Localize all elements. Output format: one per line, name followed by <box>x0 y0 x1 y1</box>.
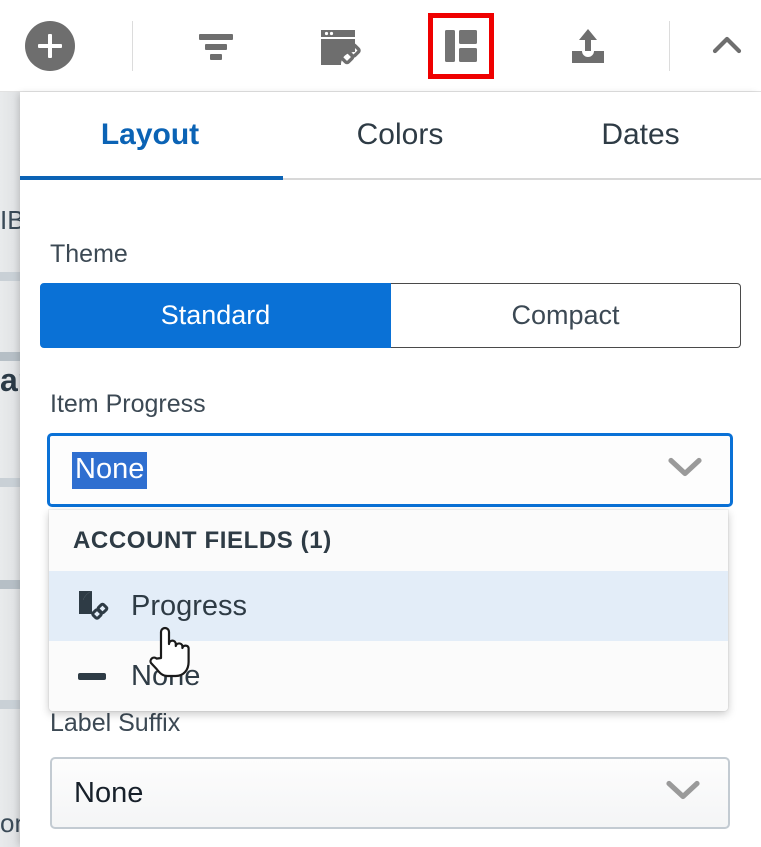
chevron-up-icon <box>707 26 747 66</box>
chevron-down-icon[interactable] <box>668 457 702 484</box>
dropdown-option-label: Progress <box>131 590 247 623</box>
filter-button[interactable] <box>183 13 249 79</box>
item-progress-label: Item Progress <box>50 390 206 419</box>
theme-toggle-group[interactable]: Standard Compact <box>40 283 741 348</box>
toolbar-divider <box>669 21 670 71</box>
chevron-down-icon[interactable] <box>666 780 700 807</box>
toolbar-divider <box>132 21 133 71</box>
tab-layout[interactable]: Layout <box>20 92 280 178</box>
background-text-fragment: ar <box>0 362 20 399</box>
dropdown-option-label: None <box>131 660 200 693</box>
layout-button[interactable] <box>428 13 494 79</box>
rollup-link-field-icon <box>73 585 119 627</box>
dropdown-option-progress[interactable]: Progress <box>49 571 728 641</box>
dropdown-option-none[interactable]: None <box>49 641 728 711</box>
export-button[interactable] <box>555 13 621 79</box>
tab-dates[interactable]: Dates <box>520 92 761 178</box>
layout-panel-icon <box>442 27 480 65</box>
theme-option-compact[interactable]: Compact <box>391 283 741 348</box>
panel-tabs: Layout Colors Dates <box>20 92 761 180</box>
active-tab-indicator <box>20 176 283 180</box>
background-row-divider <box>0 580 20 589</box>
tab-colors[interactable]: Colors <box>280 92 520 178</box>
item-progress-dropdown: ACCOUNT FIELDS (1) Progress None <box>49 510 728 711</box>
upload-icon <box>566 24 610 68</box>
collapse-button[interactable] <box>694 13 760 79</box>
background-text-fragment: IB <box>0 205 20 236</box>
theme-label: Theme <box>50 240 128 269</box>
add-item-button[interactable] <box>24 0 76 91</box>
background-left-strip <box>0 86 20 847</box>
background-row-divider <box>0 700 20 709</box>
filter-icon <box>195 25 237 67</box>
dropdown-group-header: ACCOUNT FIELDS (1) <box>49 510 728 571</box>
theme-option-standard[interactable]: Standard <box>40 283 391 348</box>
background-text-fragment: on <box>0 808 20 839</box>
layout-settings-panel: Layout Colors Dates Theme Standard Compa… <box>20 92 761 847</box>
background-row-divider <box>0 272 20 281</box>
item-progress-value: None <box>72 452 147 489</box>
top-toolbar <box>0 0 761 92</box>
item-progress-combobox[interactable]: None <box>47 433 733 507</box>
background-row-divider <box>0 352 20 361</box>
plus-icon <box>25 21 75 71</box>
label-suffix-label: Label Suffix <box>50 709 180 738</box>
dash-icon <box>73 655 119 697</box>
card-link-button[interactable] <box>307 13 373 79</box>
label-suffix-value: None <box>52 777 143 810</box>
card-link-icon <box>317 23 363 69</box>
background-row-divider <box>0 478 20 487</box>
label-suffix-combobox[interactable]: None <box>50 757 730 829</box>
